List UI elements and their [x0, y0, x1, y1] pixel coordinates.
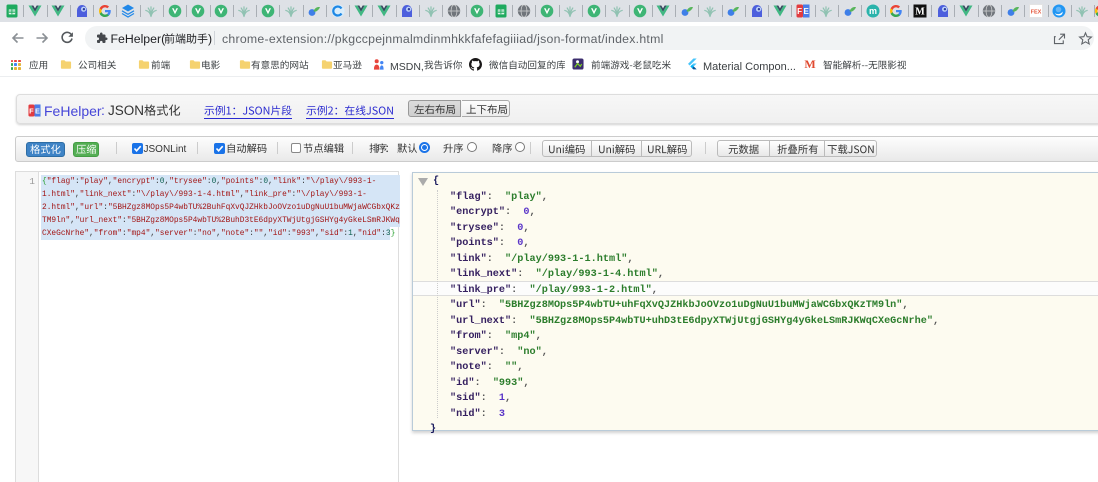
- svg-text:M: M: [804, 58, 815, 70]
- svg-text:FEX: FEX: [1030, 10, 1041, 16]
- svg-text:m: m: [869, 6, 877, 16]
- svg-text:M: M: [915, 7, 925, 18]
- svg-text:E: E: [35, 106, 40, 115]
- svg-text:F: F: [797, 7, 802, 16]
- svg-text:E: E: [804, 7, 810, 16]
- svg-text:F: F: [29, 106, 34, 115]
